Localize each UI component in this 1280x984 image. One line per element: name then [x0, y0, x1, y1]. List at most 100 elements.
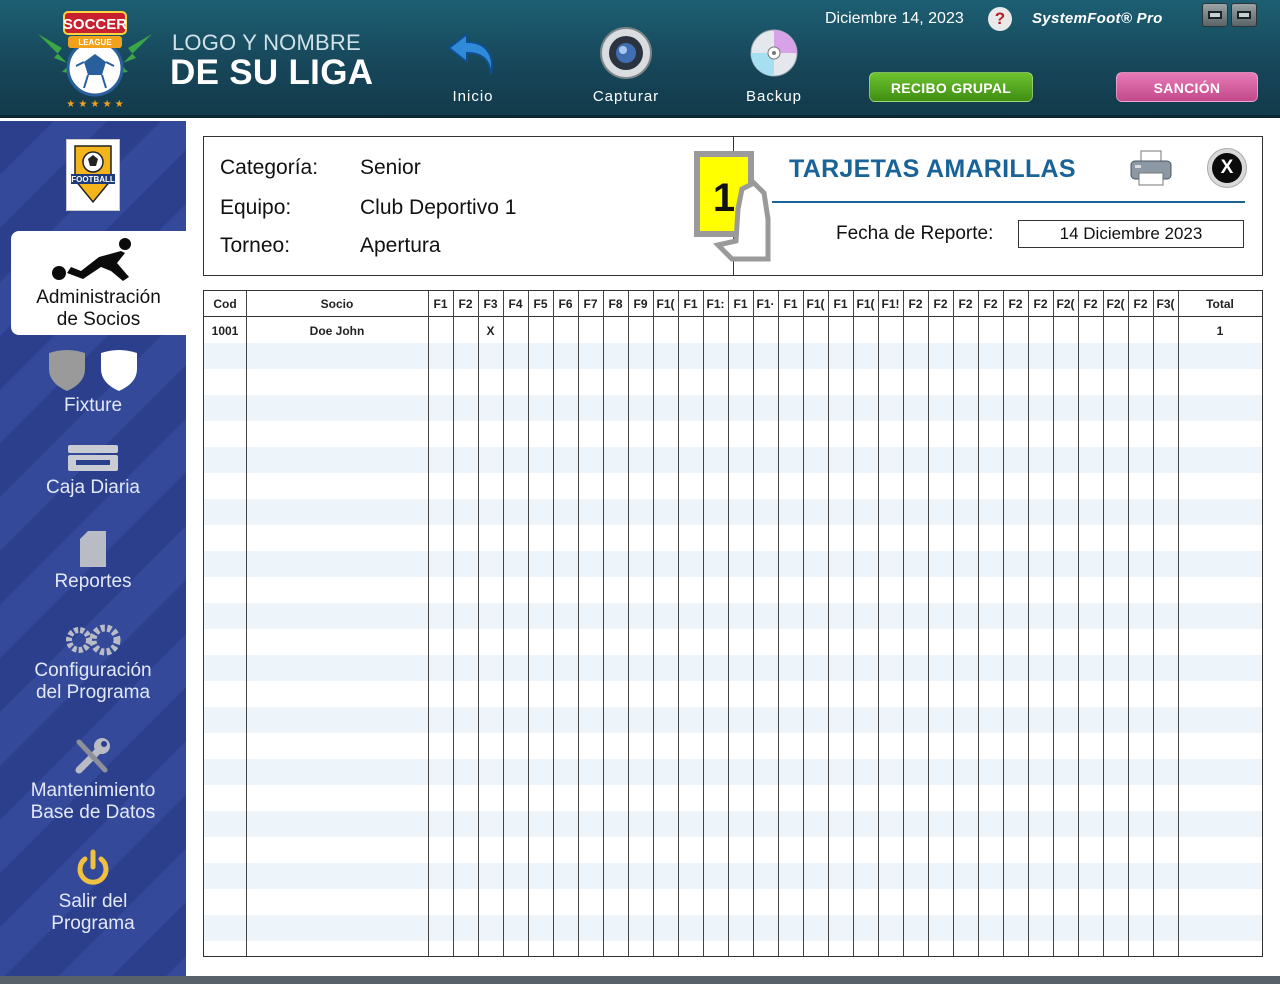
column-header: F5	[533, 297, 548, 311]
equipo-label: Equipo:	[220, 196, 292, 219]
nav-salir-label-2: Programa	[51, 913, 135, 934]
column-header: F2	[983, 297, 998, 311]
torneo-value: Apertura	[360, 234, 441, 257]
team-logo: FOOTBALL	[66, 139, 120, 211]
column-divider	[803, 291, 804, 956]
column-header: F2	[1083, 297, 1098, 311]
column-divider	[653, 291, 654, 956]
nav-mantenimiento-label-2: Base de Datos	[30, 802, 156, 823]
cell-fecha-mark	[903, 318, 928, 344]
column-divider	[1178, 291, 1179, 956]
column-divider	[928, 291, 929, 956]
column-header: F1(	[806, 297, 825, 311]
disc-icon	[750, 29, 798, 77]
column-header: F2	[1033, 297, 1048, 311]
column-divider	[453, 291, 454, 956]
nav-administracion-socios[interactable]: Administración de Socios	[11, 231, 186, 335]
column-divider	[1053, 291, 1054, 956]
cell-fecha-mark	[553, 318, 578, 344]
nav-caja-diaria[interactable]: Caja Diaria	[0, 443, 186, 499]
column-header: F2(	[1056, 297, 1075, 311]
minimize-button[interactable]	[1202, 3, 1228, 27]
capturar-button[interactable]: Capturar	[578, 24, 674, 110]
column-divider	[1028, 291, 1029, 956]
nav-caja-label: Caja Diaria	[46, 477, 140, 498]
nav-configuracion-label-1: Configuración	[34, 660, 152, 681]
nav-fixture[interactable]: Fixture	[0, 347, 186, 417]
power-icon	[77, 849, 109, 885]
column-header: F8	[608, 297, 623, 311]
column-header: F1	[783, 297, 798, 311]
fecha-reporte-field[interactable]: 14 Diciembre 2023	[1018, 220, 1244, 248]
cell-fecha-mark	[1053, 318, 1078, 344]
maximize-button[interactable]	[1231, 3, 1257, 27]
logo-top-text: SOCCER	[63, 16, 127, 33]
title-underline	[772, 201, 1245, 203]
printer-icon[interactable]	[1129, 149, 1173, 187]
column-header: F2(	[1106, 297, 1125, 311]
nav-configuracion[interactable]: Configuración del Programa	[0, 624, 186, 704]
cell-fecha-mark	[1028, 318, 1053, 344]
column-header: F6	[558, 297, 573, 311]
column-header: F1	[833, 297, 848, 311]
camera-icon	[600, 27, 652, 79]
bottom-bar	[0, 976, 1280, 984]
nav-mantenimiento[interactable]: Mantenimiento Base de Datos	[0, 736, 186, 824]
column-divider	[728, 291, 729, 956]
column-divider	[1003, 291, 1004, 956]
nav-mantenimiento-label-1: Mantenimiento	[30, 780, 156, 801]
column-header: F2	[933, 297, 948, 311]
nav-salir[interactable]: Salir del Programa	[0, 849, 186, 935]
undo-arrow-icon	[447, 31, 493, 75]
cell-fecha-mark	[853, 318, 878, 344]
column-divider	[1153, 291, 1154, 956]
equipo-value: Club Deportivo 1	[360, 196, 517, 219]
cell-fecha-mark	[878, 318, 903, 344]
report-info-panel: Categoría: Senior Equipo: Club Deportivo…	[203, 136, 1263, 276]
column-header: F2	[1133, 297, 1148, 311]
column-header: F2	[908, 297, 923, 311]
column-header: F2	[958, 297, 973, 311]
inicio-button[interactable]: Inicio	[425, 24, 521, 110]
card-number: 1	[713, 176, 735, 220]
cell-fecha-mark	[803, 318, 828, 344]
help-icon[interactable]: ?	[988, 7, 1012, 31]
column-header: F1(	[856, 297, 875, 311]
column-header: F4	[508, 297, 523, 311]
logo-ribbon-text: LEAGUE	[78, 38, 112, 47]
cell-fecha-mark	[578, 318, 603, 344]
backup-button[interactable]: Backup	[726, 24, 822, 110]
torneo-label: Torneo:	[220, 234, 291, 257]
nav-socios-label-1: Administración	[36, 287, 161, 308]
column-header: Total	[1206, 297, 1234, 311]
column-divider	[953, 291, 954, 956]
sancion-button[interactable]: SANCIÓN	[1116, 72, 1258, 102]
nav-reportes-label: Reportes	[54, 571, 132, 592]
column-header: F3	[483, 297, 498, 311]
player-kick-icon	[51, 238, 131, 281]
brand-name: SystemFoot® Pro	[1032, 10, 1163, 27]
cell-fecha-mark	[778, 318, 803, 344]
capturar-label: Capturar	[592, 88, 660, 105]
gears-icon	[66, 624, 121, 656]
league-name-line2: DE SU LIGA	[170, 53, 374, 92]
column-divider	[478, 291, 479, 956]
cell-fecha-mark	[603, 318, 628, 344]
svg-text:★ ★ ★ ★ ★: ★ ★ ★ ★ ★	[66, 99, 124, 110]
column-divider	[246, 291, 247, 956]
recibo-grupal-button[interactable]: RECIBO GRUPAL	[869, 72, 1033, 102]
column-divider	[853, 291, 854, 956]
nav-reportes[interactable]: Reportes	[0, 531, 186, 593]
yellow-cards-table: Cod Socio F1 F2 F3 F4 F5 F6 F7 F8 F9 F1(F1 F1: F1 F1· F…	[203, 290, 1263, 957]
column-divider	[553, 291, 554, 956]
cell-fecha-mark: X	[486, 324, 495, 338]
close-button[interactable]: X	[1207, 148, 1247, 188]
inicio-label: Inicio	[452, 88, 494, 105]
column-header: Socio	[320, 297, 354, 311]
column-header: F7	[583, 297, 598, 311]
cell-fecha-mark	[653, 318, 678, 344]
nav-salir-label-1: Salir del	[58, 891, 128, 912]
nav-configuracion-label-2: del Programa	[35, 682, 151, 703]
cell-fecha-mark	[453, 318, 478, 344]
cell-fecha-mark	[628, 318, 653, 344]
